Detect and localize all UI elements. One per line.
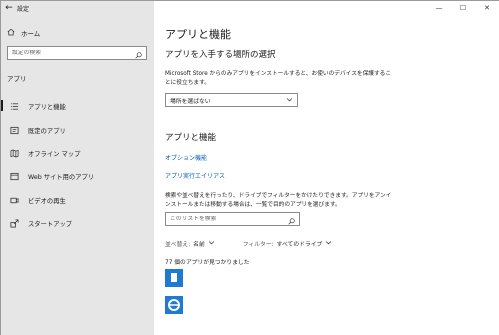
filter-label: フィルター: <box>242 242 274 248</box>
window-controls: — ☐ ✕ <box>427 1 499 15</box>
title-bar: ← 設定 <box>1 1 154 15</box>
optional-features-link[interactable]: オプション機能 <box>165 153 207 162</box>
sort-selector[interactable]: 並べ替え: 名前 <box>165 239 215 248</box>
features-heading: アプリと機能 <box>165 133 217 143</box>
app-list-item[interactable] <box>165 265 390 291</box>
search-icon[interactable] <box>288 210 295 229</box>
sort-value: 名前 <box>193 242 205 248</box>
settings-window: ← 設定 ホーム アプリ アプリと機能 <box>0 0 499 335</box>
dropdown-value: 場所を選ばない <box>170 98 211 105</box>
list-description: 検索や並べ替えを行ったり、ドライブでフィルターをかけたりできます。アプリをアンイ… <box>165 193 392 208</box>
content-pane: — ☐ ✕ アプリと機能 アプリを入手する場所の選択 Microsoft Sto… <box>154 1 499 335</box>
home-nav-item[interactable]: ホーム <box>7 28 40 38</box>
app-list-search-input[interactable] <box>170 216 275 222</box>
sidebar-item-video-playback[interactable]: ビデオの再生 <box>1 189 154 212</box>
filter-value: すべてのドライブ <box>276 242 323 248</box>
home-icon <box>7 28 15 38</box>
app-icon <box>165 296 183 314</box>
sidebar-item-label: 既定のアプリ <box>28 127 66 135</box>
default-apps-icon <box>9 125 19 135</box>
startup-icon <box>9 219 19 229</box>
back-arrow-icon[interactable]: ← <box>1 3 17 13</box>
list-icon <box>9 102 19 112</box>
app-source-dropdown[interactable]: 場所を選ばない <box>165 93 298 107</box>
video-icon <box>9 195 19 205</box>
app-list-search-box[interactable] <box>165 212 300 226</box>
sidebar-item-web-apps[interactable]: Web サイト用のアプリ <box>1 165 154 188</box>
sidebar-item-label: スタートアップ <box>28 221 73 229</box>
acquire-description: Microsoft Store からのみアプリをインストールすると、お使いのデバ… <box>165 71 392 86</box>
chevron-down-icon <box>208 239 215 248</box>
close-icon[interactable]: ✕ <box>475 1 499 15</box>
sidebar-item-label: ビデオの再生 <box>28 197 66 205</box>
sidebar-item-label: Web サイト用のアプリ <box>28 174 95 182</box>
app-execution-alias-link[interactable]: アプリ実行エイリアス <box>165 171 225 180</box>
search-icon[interactable] <box>135 44 142 63</box>
map-icon <box>9 148 19 158</box>
window-title: 設定 <box>17 5 30 13</box>
maximize-icon[interactable]: ☐ <box>451 1 475 15</box>
minimize-icon[interactable]: — <box>427 1 451 15</box>
app-list-item[interactable] <box>165 292 390 318</box>
sidebar-item-apps-features[interactable]: アプリと機能 <box>1 95 154 118</box>
sidebar-item-label: アプリと機能 <box>28 104 66 112</box>
settings-search-box[interactable] <box>7 46 147 60</box>
sidebar: ← 設定 ホーム アプリ アプリと機能 <box>1 1 154 335</box>
settings-search-input[interactable] <box>12 50 122 56</box>
sort-filter-row: 並べ替え: 名前 フィルター: すべてのドライブ <box>165 239 332 248</box>
acquire-heading: アプリを入手する場所の選択 <box>165 50 276 60</box>
sidebar-item-label: オフライン マップ <box>28 150 81 158</box>
sidebar-item-default-apps[interactable]: 既定のアプリ <box>1 118 154 141</box>
sidebar-nav: アプリと機能 既定のアプリ オフライン マップ Web サイト用のアプリ ビデオ… <box>1 95 154 235</box>
web-icon <box>9 172 19 182</box>
sidebar-item-offline-maps[interactable]: オフライン マップ <box>1 142 154 165</box>
sidebar-item-startup[interactable]: スタートアップ <box>1 212 154 235</box>
page-title: アプリと機能 <box>165 28 231 41</box>
chevron-down-icon <box>286 96 293 105</box>
home-label: ホーム <box>21 30 41 38</box>
filter-selector[interactable]: フィルター: すべてのドライブ <box>243 239 333 248</box>
app-icon <box>165 269 183 287</box>
sidebar-section-label: アプリ <box>7 75 27 83</box>
sort-label: 並べ替え: <box>165 242 191 248</box>
chevron-down-icon <box>325 239 332 248</box>
